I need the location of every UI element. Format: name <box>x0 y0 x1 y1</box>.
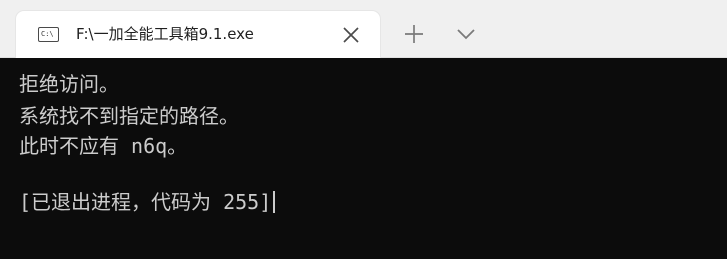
terminal-line: 系统找不到指定的路径。 <box>19 104 239 128</box>
terminal-line: 拒绝访问。 <box>19 72 119 96</box>
chevron-down-icon[interactable] <box>453 21 479 47</box>
title-bar: C:\ F:\一加全能工具箱9.1.exe <box>0 0 727 58</box>
plus-icon[interactable] <box>400 20 428 48</box>
close-icon[interactable] <box>339 23 363 47</box>
terminal-output[interactable]: 拒绝访问。 系统找不到指定的路径。 此时不应有 n6q。 [已退出进程，代码为 … <box>0 58 727 259</box>
text-cursor <box>273 191 276 213</box>
tab-title: F:\一加全能工具箱9.1.exe <box>76 25 254 43</box>
console-icon-label: C:\ <box>41 30 54 38</box>
exit-message: [已退出进程，代码为 255] <box>19 190 272 214</box>
active-tab[interactable]: C:\ F:\一加全能工具箱9.1.exe <box>16 11 380 58</box>
console-icon: C:\ <box>38 27 59 42</box>
terminal-window: C:\ F:\一加全能工具箱9.1.exe 拒绝访问。 系统找不到指定的路径。 … <box>0 0 727 259</box>
scrollbar[interactable] <box>721 58 727 259</box>
terminal-exit-line: [已退出进程，代码为 255] <box>19 190 276 214</box>
terminal-line: 此时不应有 n6q。 <box>19 134 188 158</box>
